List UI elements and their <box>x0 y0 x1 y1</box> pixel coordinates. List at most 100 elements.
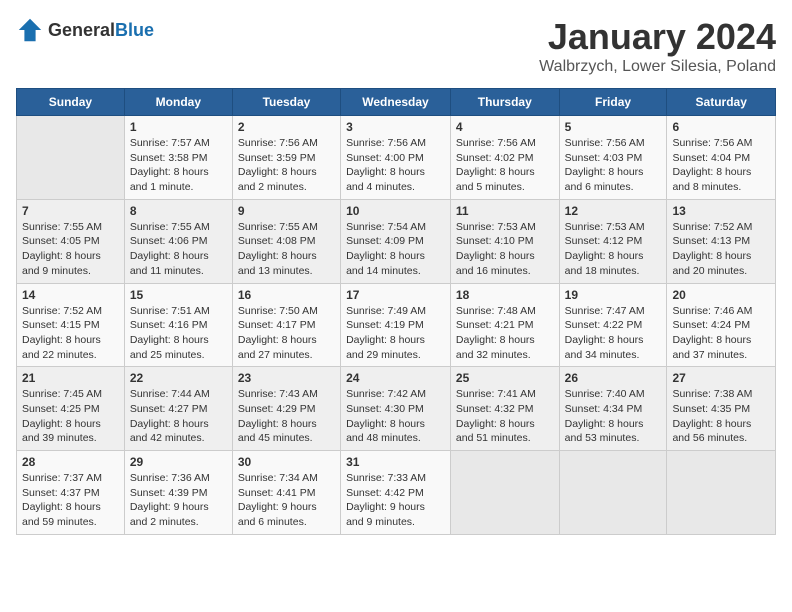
calendar-cell: 17 Sunrise: 7:49 AMSunset: 4:19 PMDayligh… <box>341 283 451 367</box>
calendar-table: SundayMondayTuesdayWednesdayThursdayFrid… <box>16 88 776 535</box>
day-info: Sunrise: 7:33 AMSunset: 4:42 PMDaylight:… <box>346 471 445 530</box>
day-number: 10 <box>346 204 445 218</box>
day-number: 15 <box>130 288 227 302</box>
day-of-week-header: Tuesday <box>232 89 340 116</box>
day-number: 9 <box>238 204 335 218</box>
calendar-week-row: 14 Sunrise: 7:52 AMSunset: 4:15 PMDayligh… <box>17 283 776 367</box>
calendar-cell <box>450 451 559 535</box>
calendar-cell: 8 Sunrise: 7:55 AMSunset: 4:06 PMDaylight… <box>124 199 232 283</box>
calendar-cell: 16Sunrise: 7:50 AMSunset: 4:17 PMDayligh… <box>232 283 340 367</box>
day-number: 28 <box>22 455 119 469</box>
calendar-week-row: 21 Sunrise: 7:45 AMSunset: 4:25 PMDayligh… <box>17 367 776 451</box>
calendar-cell: 20 Sunrise: 7:46 AMSunset: 4:24 PMDayligh… <box>667 283 776 367</box>
day-info: Sunrise: 7:38 AMSunset: 4:35 PMDaylight:… <box>672 387 770 446</box>
day-number: 13 <box>672 204 770 218</box>
day-number: 5 <box>565 120 662 134</box>
day-info: Sunrise: 7:55 AMSunset: 4:06 PMDaylight:… <box>130 220 227 279</box>
day-number: 8 <box>130 204 227 218</box>
day-number: 21 <box>22 371 119 385</box>
day-info: Sunrise: 7:40 AMSunset: 4:34 PMDaylight:… <box>565 387 662 446</box>
calendar-cell: 6 Sunrise: 7:56 AMSunset: 4:04 PMDaylight… <box>667 116 776 200</box>
title-area: January 2024 Walbrzych, Lower Silesia, P… <box>539 16 776 76</box>
logo-text-blue: Blue <box>115 20 154 40</box>
calendar-cell: 26 Sunrise: 7:40 AMSunset: 4:34 PMDayligh… <box>559 367 667 451</box>
calendar-cell: 23 Sunrise: 7:43 AMSunset: 4:29 PMDayligh… <box>232 367 340 451</box>
calendar-cell: 7Sunrise: 7:55 AMSunset: 4:05 PMDaylight… <box>17 199 125 283</box>
day-info: Sunrise: 7:49 AMSunset: 4:19 PMDaylight:… <box>346 304 445 363</box>
calendar-cell <box>17 116 125 200</box>
calendar-cell: 3 Sunrise: 7:56 AMSunset: 4:00 PMDaylight… <box>341 116 451 200</box>
day-number: 27 <box>672 371 770 385</box>
calendar-cell: 24 Sunrise: 7:42 AMSunset: 4:30 PMDayligh… <box>341 367 451 451</box>
day-number: 7 <box>22 204 119 218</box>
calendar-header-row: SundayMondayTuesdayWednesdayThursdayFrid… <box>17 89 776 116</box>
day-number: 3 <box>346 120 445 134</box>
day-info: Sunrise: 7:52 AMSunset: 4:15 PMDaylight:… <box>22 304 119 363</box>
calendar-cell: 27 Sunrise: 7:38 AMSunset: 4:35 PMDayligh… <box>667 367 776 451</box>
calendar-week-row: 7Sunrise: 7:55 AMSunset: 4:05 PMDaylight… <box>17 199 776 283</box>
day-info: Sunrise: 7:56 AMSunset: 4:00 PMDaylight:… <box>346 136 445 195</box>
day-info: Sunrise: 7:56 AMSunset: 3:59 PMDaylight:… <box>238 136 335 195</box>
day-number: 11 <box>456 204 554 218</box>
calendar-cell: 19 Sunrise: 7:47 AMSunset: 4:22 PMDayligh… <box>559 283 667 367</box>
day-of-week-header: Friday <box>559 89 667 116</box>
calendar-cell: 14 Sunrise: 7:52 AMSunset: 4:15 PMDayligh… <box>17 283 125 367</box>
logo-text-general: General <box>48 20 115 40</box>
day-of-week-header: Wednesday <box>341 89 451 116</box>
day-number: 16 <box>238 288 335 302</box>
day-number: 19 <box>565 288 662 302</box>
day-info: Sunrise: 7:41 AMSunset: 4:32 PMDaylight:… <box>456 387 554 446</box>
day-number: 25 <box>456 371 554 385</box>
day-of-week-header: Monday <box>124 89 232 116</box>
day-info: Sunrise: 7:45 AMSunset: 4:25 PMDaylight:… <box>22 387 119 446</box>
day-info: Sunrise: 7:47 AMSunset: 4:22 PMDaylight:… <box>565 304 662 363</box>
day-number: 12 <box>565 204 662 218</box>
calendar-cell: 10 Sunrise: 7:54 AMSunset: 4:09 PMDayligh… <box>341 199 451 283</box>
day-number: 17 <box>346 288 445 302</box>
logo: GeneralBlue <box>16 16 154 44</box>
day-of-week-header: Thursday <box>450 89 559 116</box>
day-number: 24 <box>346 371 445 385</box>
day-info: Sunrise: 7:53 AMSunset: 4:12 PMDaylight:… <box>565 220 662 279</box>
month-title: January 2024 <box>539 16 776 58</box>
day-number: 4 <box>456 120 554 134</box>
day-number: 2 <box>238 120 335 134</box>
calendar-week-row: 28 Sunrise: 7:37 AMSunset: 4:37 PMDayligh… <box>17 451 776 535</box>
day-info: Sunrise: 7:37 AMSunset: 4:37 PMDaylight:… <box>22 471 119 530</box>
day-number: 6 <box>672 120 770 134</box>
calendar-week-row: 1Sunrise: 7:57 AMSunset: 3:58 PMDaylight… <box>17 116 776 200</box>
calendar-cell: 18Sunrise: 7:48 AMSunset: 4:21 PMDayligh… <box>450 283 559 367</box>
day-info: Sunrise: 7:42 AMSunset: 4:30 PMDaylight:… <box>346 387 445 446</box>
day-info: Sunrise: 7:56 AMSunset: 4:04 PMDaylight:… <box>672 136 770 195</box>
calendar-cell: 13 Sunrise: 7:52 AMSunset: 4:13 PMDayligh… <box>667 199 776 283</box>
day-info: Sunrise: 7:48 AMSunset: 4:21 PMDaylight:… <box>456 304 554 363</box>
day-info: Sunrise: 7:43 AMSunset: 4:29 PMDaylight:… <box>238 387 335 446</box>
calendar-cell: 5 Sunrise: 7:56 AMSunset: 4:03 PMDaylight… <box>559 116 667 200</box>
day-info: Sunrise: 7:57 AMSunset: 3:58 PMDaylight:… <box>130 136 227 195</box>
day-info: Sunrise: 7:56 AMSunset: 4:03 PMDaylight:… <box>565 136 662 195</box>
location-subtitle: Walbrzych, Lower Silesia, Poland <box>539 58 776 76</box>
day-info: Sunrise: 7:44 AMSunset: 4:27 PMDaylight:… <box>130 387 227 446</box>
day-info: Sunrise: 7:36 AMSunset: 4:39 PMDaylight:… <box>130 471 227 530</box>
calendar-cell: 11Sunrise: 7:53 AMSunset: 4:10 PMDayligh… <box>450 199 559 283</box>
day-info: Sunrise: 7:34 AMSunset: 4:41 PMDaylight:… <box>238 471 335 530</box>
calendar-cell: 31Sunrise: 7:33 AMSunset: 4:42 PMDayligh… <box>341 451 451 535</box>
day-of-week-header: Saturday <box>667 89 776 116</box>
calendar-cell <box>559 451 667 535</box>
day-info: Sunrise: 7:52 AMSunset: 4:13 PMDaylight:… <box>672 220 770 279</box>
calendar-cell: 12 Sunrise: 7:53 AMSunset: 4:12 PMDayligh… <box>559 199 667 283</box>
day-of-week-header: Sunday <box>17 89 125 116</box>
day-number: 20 <box>672 288 770 302</box>
day-number: 14 <box>22 288 119 302</box>
calendar-cell: 2 Sunrise: 7:56 AMSunset: 3:59 PMDaylight… <box>232 116 340 200</box>
day-number: 23 <box>238 371 335 385</box>
logo-icon <box>16 16 44 44</box>
day-info: Sunrise: 7:56 AMSunset: 4:02 PMDaylight:… <box>456 136 554 195</box>
day-info: Sunrise: 7:46 AMSunset: 4:24 PMDaylight:… <box>672 304 770 363</box>
calendar-cell <box>667 451 776 535</box>
day-info: Sunrise: 7:54 AMSunset: 4:09 PMDaylight:… <box>346 220 445 279</box>
calendar-cell: 29Sunrise: 7:36 AMSunset: 4:39 PMDayligh… <box>124 451 232 535</box>
calendar-cell: 4 Sunrise: 7:56 AMSunset: 4:02 PMDaylight… <box>450 116 559 200</box>
day-number: 26 <box>565 371 662 385</box>
calendar-cell: 21 Sunrise: 7:45 AMSunset: 4:25 PMDayligh… <box>17 367 125 451</box>
